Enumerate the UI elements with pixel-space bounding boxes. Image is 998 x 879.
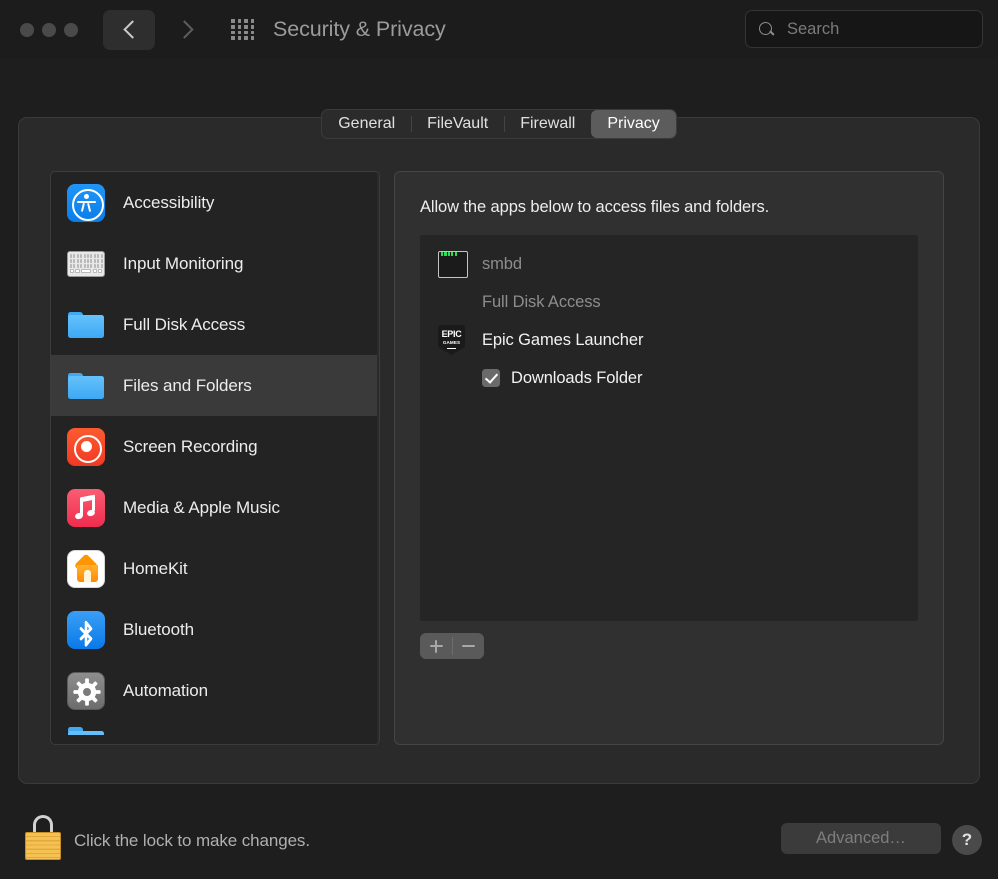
search-icon [759,21,776,38]
minus-icon [461,640,475,653]
list-item[interactable]: EPIC GAMES Epic Games Launcher [420,321,918,359]
keyboard-icon [67,245,105,283]
permission-name: Downloads Folder [511,368,643,387]
forward-button[interactable] [157,10,209,50]
sidebar-item-label: Accessibility [123,192,215,212]
tab-firewall[interactable]: Firewall [504,110,591,138]
home-icon [67,549,105,588]
music-note-icon [67,488,105,527]
page-title: Security & Privacy [273,17,446,41]
sidebar-item-label: Files and Folders [123,375,252,395]
back-button[interactable] [103,9,155,50]
sidebar-item-screen-recording[interactable]: Screen Recording [51,416,379,477]
list-item[interactable]: Downloads Folder [420,359,918,397]
remove-app-button[interactable] [452,633,484,659]
accessibility-icon [67,183,105,222]
record-icon [67,427,105,466]
list-item[interactable]: Full Disk Access [420,283,918,321]
minimize-button[interactable] [42,22,56,37]
chevron-right-icon [178,20,189,39]
advanced-button[interactable]: Advanced… [781,823,941,854]
bluetooth-icon [67,610,105,649]
tab-privacy[interactable]: Privacy [591,110,676,138]
sidebar-item-label: Screen Recording [123,436,258,456]
tab-general[interactable]: General [322,110,411,138]
sidebar-item-bluetooth[interactable]: Bluetooth [51,599,379,660]
navigation-buttons [103,9,209,50]
traffic-lights [20,22,78,37]
search-field[interactable]: Search [745,10,983,48]
tab-filevault[interactable]: FileVault [411,110,504,138]
downloads-folder-checkbox[interactable] [482,369,500,387]
add-app-button[interactable] [420,633,452,659]
list-item[interactable]: smbd [420,245,918,283]
privacy-category-sidebar[interactable]: Accessibility Input Monitoring Full Disk… [50,171,380,745]
window-titlebar: Security & Privacy Search [0,0,998,59]
sidebar-item-label: Full Disk Access [123,314,246,334]
epic-games-icon: EPIC GAMES [438,325,468,355]
tab-bar: General FileVault Firewall Privacy [321,109,677,139]
sidebar-item-media-apple-music[interactable]: Media & Apple Music [51,477,379,538]
terminal-icon [438,249,468,279]
gear-icon [67,671,105,710]
folder-icon [67,367,105,405]
footer-bar: Click the lock to make changes. Advanced… [0,784,998,879]
lock-hint-text: Click the lock to make changes. [74,831,310,850]
sidebar-item-accessibility[interactable]: Accessibility [51,172,379,233]
app-name: Epic Games Launcher [482,330,644,349]
epic-logo-top: EPIC [441,328,462,339]
app-name: smbd [482,254,522,273]
sidebar-item-label: HomeKit [123,558,188,578]
app-permissions-list[interactable]: smbd Full Disk Access EPIC GAMES Epic Ga… [420,235,918,621]
sidebar-item-label: Input Monitoring [123,253,244,273]
sidebar-item-files-and-folders[interactable]: Files and Folders [51,355,379,416]
folder-icon [67,306,105,344]
zoom-button[interactable] [64,22,78,37]
sidebar-item-automation[interactable]: Automation [51,660,379,721]
permissions-description: Allow the apps below to access files and… [420,198,770,216]
search-placeholder: Search [787,19,840,38]
show-all-grid-icon[interactable] [231,19,255,40]
tab-bar-container: General FileVault Firewall Privacy [0,109,998,139]
sidebar-item-homekit[interactable]: HomeKit [51,538,379,599]
plus-icon [429,639,443,653]
panel-content: Accessibility Input Monitoring Full Disk… [50,171,944,745]
sidebar-scrollbar[interactable] [377,172,379,744]
sidebar-item-label: Automation [123,680,208,700]
permissions-content-pane: Allow the apps below to access files and… [394,171,944,745]
add-remove-button-group [420,633,484,659]
epic-logo-bottom: GAMES [442,339,461,345]
help-button[interactable]: ? [952,825,982,855]
sidebar-item-input-monitoring[interactable]: Input Monitoring [51,233,379,294]
folder-icon [67,721,105,735]
close-button[interactable] [20,22,34,37]
preferences-panel: Accessibility Input Monitoring Full Disk… [18,117,980,784]
sidebar-item-label: Media & Apple Music [123,497,280,517]
sidebar-item-full-disk-access[interactable]: Full Disk Access [51,294,379,355]
sidebar-item-label: Bluetooth [123,619,194,639]
chevron-left-icon [124,20,135,39]
privacy-category-list: Accessibility Input Monitoring Full Disk… [51,172,379,735]
sidebar-item-partial[interactable] [51,721,379,735]
lock-button[interactable] [24,815,62,860]
permission-name: Full Disk Access [482,292,601,311]
